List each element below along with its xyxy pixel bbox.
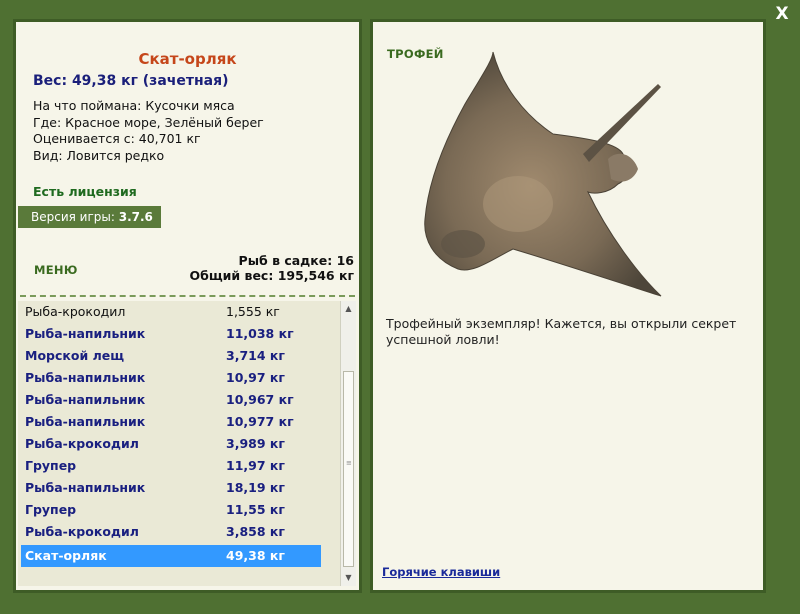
hotkeys-link[interactable]: Горячие клавиши: [382, 565, 500, 579]
list-item-name: Рыба-напильник: [25, 326, 146, 341]
list-item[interactable]: Рыба-напильник 10,967 кг: [21, 390, 321, 410]
scroll-thumb[interactable]: ≡: [343, 371, 354, 567]
list-item[interactable]: Групер 11,55 кг: [21, 500, 321, 520]
list-item-weight: 18,19 кг: [226, 480, 285, 495]
fish-bait: На что поймана: Кусочки мяса: [33, 98, 235, 113]
version-value: 3.7.6: [118, 210, 153, 224]
fish-title: Скат-орляк: [138, 50, 237, 68]
list-item-name: Рыба-крокодил: [25, 304, 126, 319]
list-item-weight: 3,989 кг: [226, 436, 285, 451]
list-item[interactable]: Групер 11,97 кг: [21, 456, 321, 476]
fish-details-panel: Скат-орляк Вес: 49,38 кг (зачетная) На ч…: [13, 19, 362, 593]
fish-info: На что поймана: Кусочки мяса Где: Красно…: [33, 98, 264, 164]
list-scrollbar[interactable]: ▲ ≡ ▼: [340, 301, 356, 586]
grip-icon: ≡: [346, 459, 352, 467]
catch-list[interactable]: Рыба-крокодил 1,555 кг Рыба-напильник 11,0…: [18, 301, 340, 586]
list-item-name: Групер: [25, 502, 77, 517]
list-item-name: Рыба-крокодил: [25, 436, 139, 451]
divider: [20, 295, 355, 297]
trophy-label: ТРОФЕЙ: [387, 47, 444, 61]
list-item[interactable]: Рыба-крокодил 1,555 кг: [21, 302, 321, 322]
eagle-ray-image: [424, 51, 662, 297]
list-item-name: Групер: [25, 458, 77, 473]
list-item-weight: 49,38 кг: [226, 548, 285, 563]
list-item-selected[interactable]: Скат-орляк 49,38 кг: [21, 545, 321, 567]
close-button[interactable]: X: [772, 4, 792, 24]
version-label: Версия игры:: [31, 210, 115, 224]
scroll-down-arrow-icon[interactable]: ▼: [341, 570, 356, 586]
list-item[interactable]: Рыба-напильник 10,977 кг: [21, 412, 321, 432]
keep-count: Рыб в садке: 16: [238, 253, 354, 268]
keep-total-weight: Общий вес: 195,546 кг: [189, 268, 355, 283]
fish-rarity: Вид: Ловится редко: [33, 147, 165, 163]
list-item-weight: 10,977 кг: [226, 414, 294, 429]
trophy-panel: ТРОФЕЙ Трофейный экземпляр! Кажется, вы …: [370, 19, 766, 593]
list-item[interactable]: Рыба-напильник 18,19 кг: [21, 478, 321, 498]
list-item-name: Морской лещ: [25, 348, 125, 363]
list-item[interactable]: Морской лещ 3,714 кг: [21, 346, 321, 366]
fish-location: Где: Красное море, Зелёный берег: [33, 114, 264, 130]
list-item-weight: 10,967 кг: [226, 392, 294, 407]
list-item[interactable]: Рыба-крокодил 3,858 кг: [21, 522, 321, 542]
list-item-weight: 10,97 кг: [226, 370, 285, 385]
list-item-weight: 1,555 кг: [226, 304, 280, 319]
list-item-weight: 11,038 кг: [226, 326, 294, 341]
list-item-name: Скат-орляк: [25, 548, 107, 563]
fish-rated-from: Оценивается с: 40,701 кг: [33, 131, 201, 146]
list-item-name: Рыба-напильник: [25, 392, 146, 407]
scroll-up-arrow-icon[interactable]: ▲: [341, 301, 356, 317]
list-item-name: Рыба-напильник: [25, 414, 146, 429]
list-item-name: Рыба-крокодил: [25, 524, 139, 539]
trophy-description: Трофейный экземпляр! Кажется, вы открыли…: [386, 316, 737, 347]
list-item-weight: 3,714 кг: [226, 348, 285, 363]
game-version: Версия игры: 3.7.6: [18, 206, 161, 228]
list-item-weight: 11,55 кг: [226, 502, 285, 517]
list-item[interactable]: Рыба-крокодил 3,989 кг: [21, 434, 321, 454]
list-item[interactable]: Рыба-напильник 10,97 кг: [21, 368, 321, 388]
license-status: Есть лицензия: [33, 184, 137, 199]
list-item-name: Рыба-напильник: [25, 480, 146, 495]
list-item-name: Рыба-напильник: [25, 370, 146, 385]
list-item-weight: 11,97 кг: [226, 458, 285, 473]
fish-weight: Вес: 49,38 кг (зачетная): [33, 73, 229, 89]
list-item-weight: 3,858 кг: [226, 524, 285, 539]
keep-stats: Рыб в садке: 16 Общий вес: 195,546 кг: [190, 253, 355, 283]
list-item[interactable]: Рыба-напильник 11,038 кг: [21, 324, 321, 344]
menu-button[interactable]: МЕНЮ: [34, 263, 78, 277]
